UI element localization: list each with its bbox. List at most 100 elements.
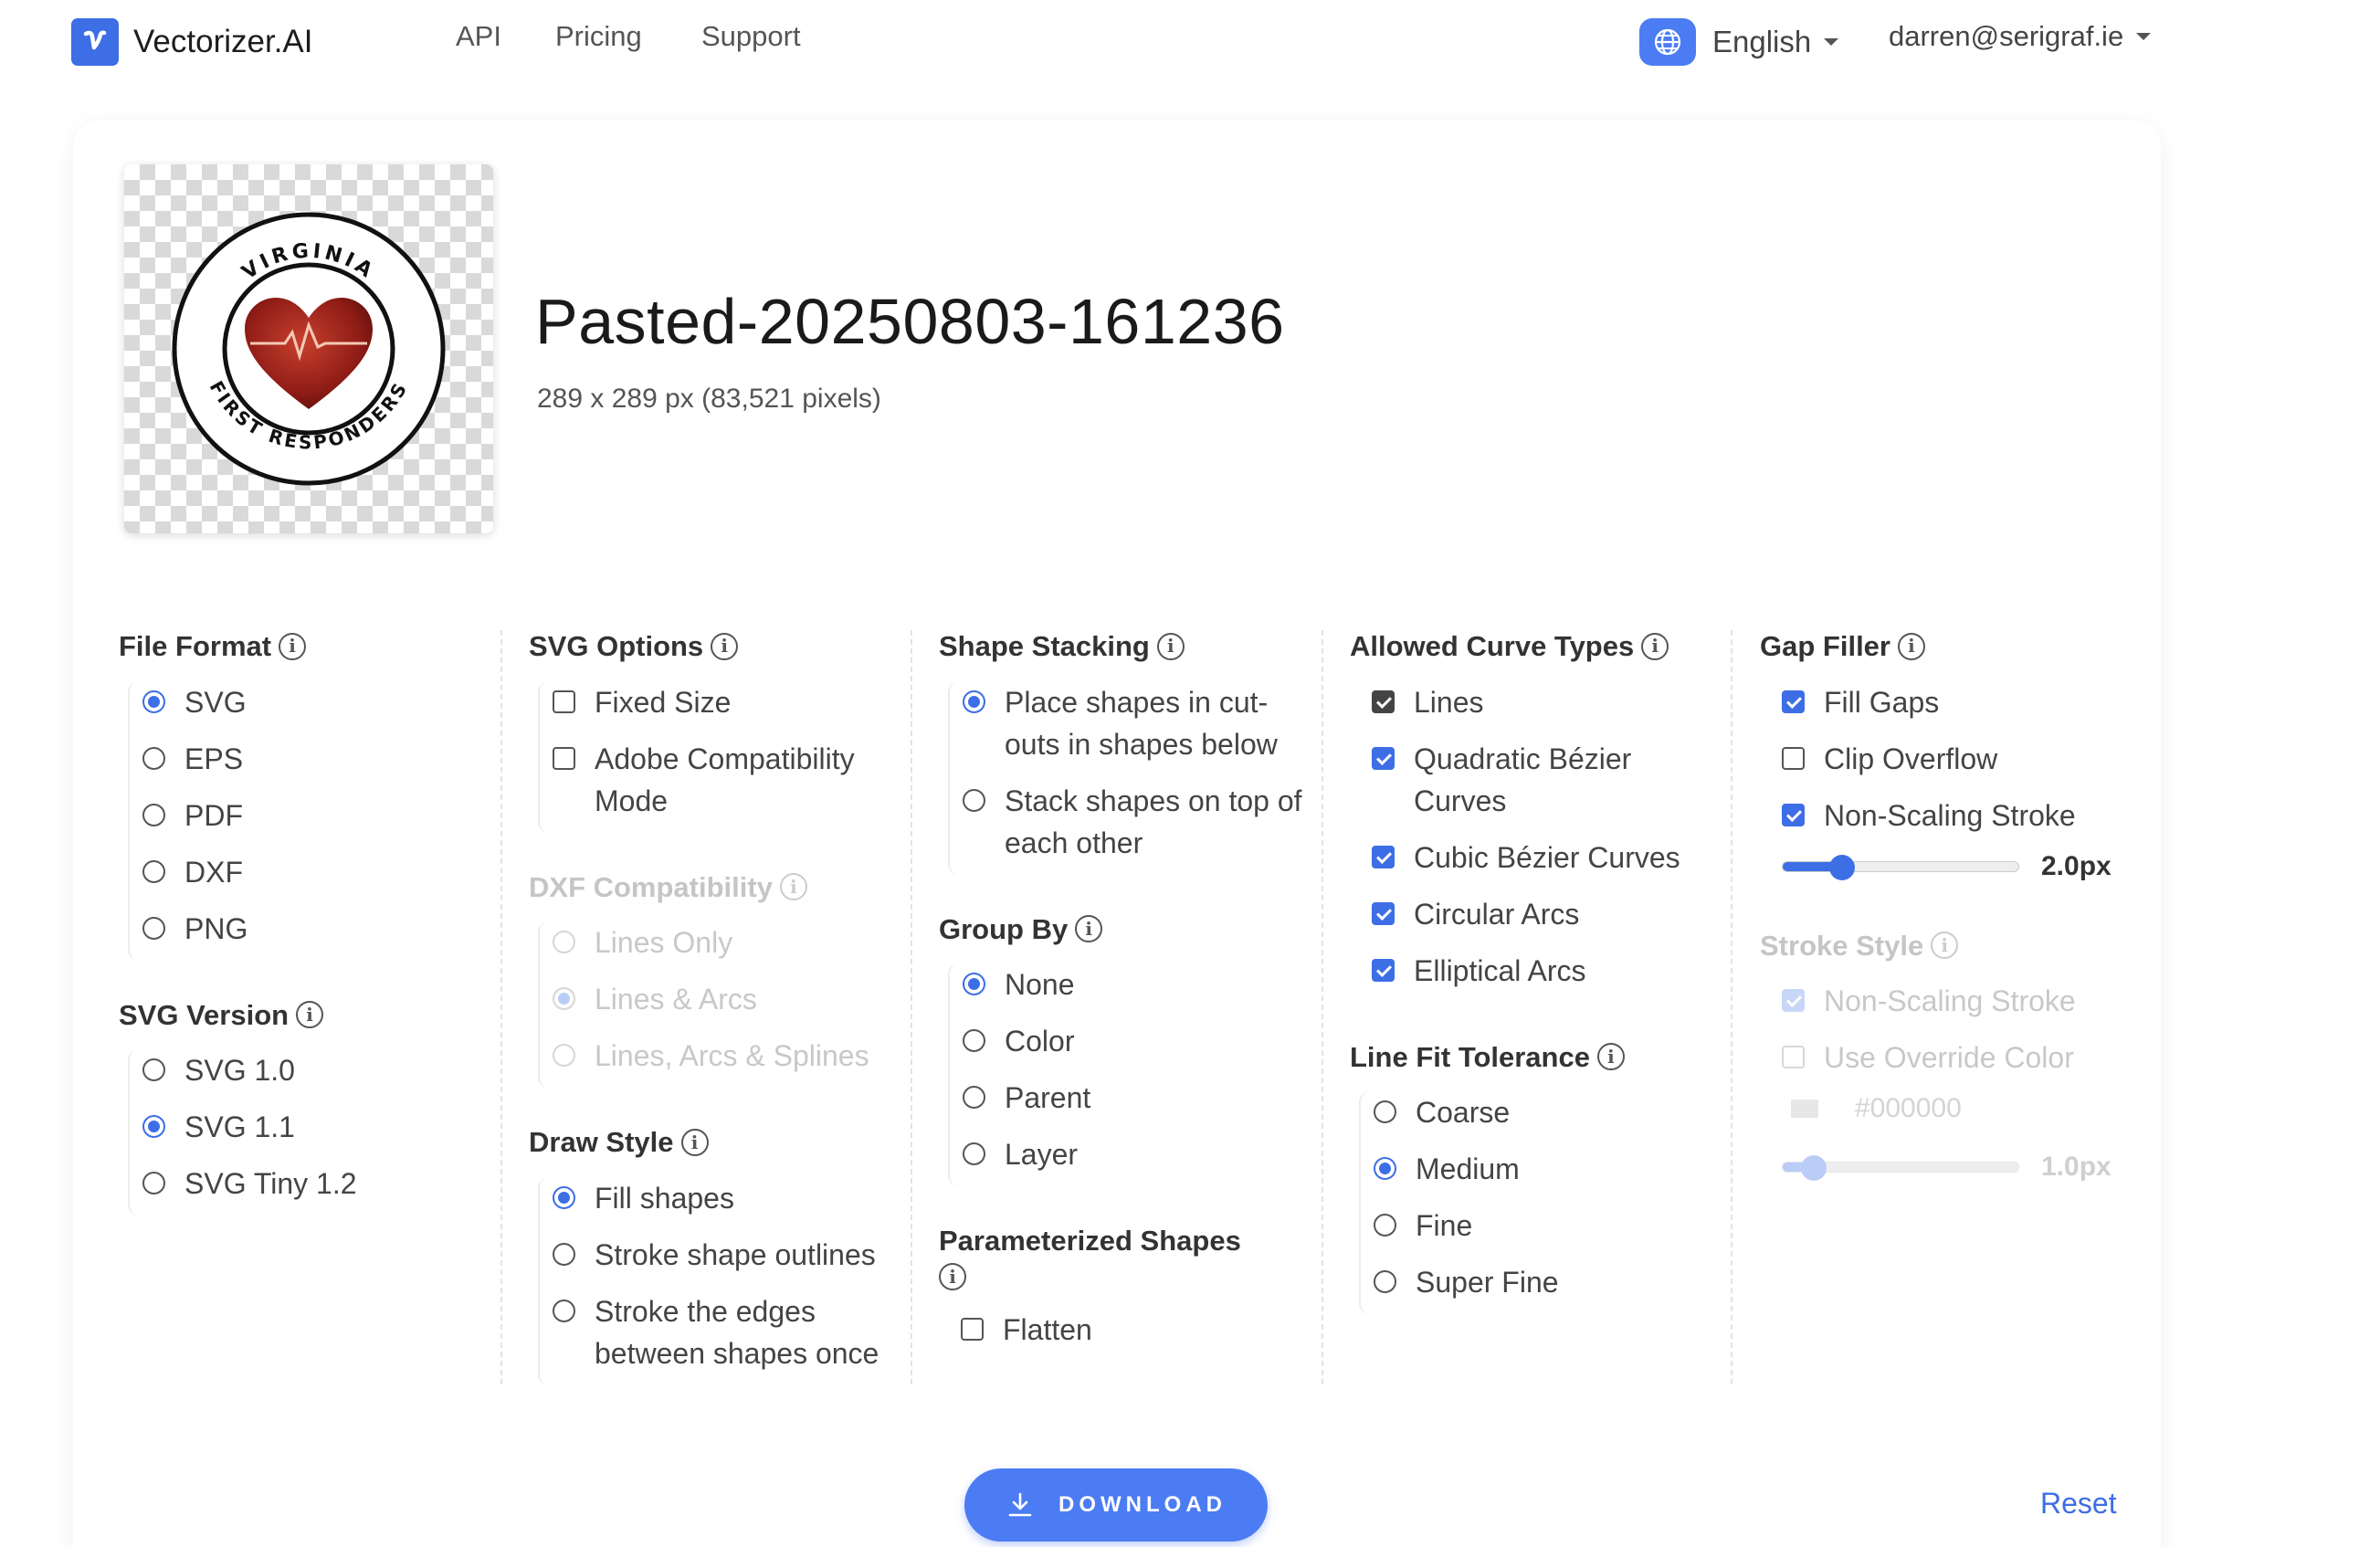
clip-overflow-option[interactable]: Clip Overflow (1782, 738, 2143, 780)
format-png-option[interactable]: PNG (142, 908, 502, 950)
info-icon[interactable]: i (1075, 915, 1103, 943)
radio-button[interactable] (1374, 1100, 1396, 1124)
language-selector[interactable]: English (1639, 18, 1839, 66)
account-menu[interactable]: darren@serigraf.ie (1889, 20, 2152, 53)
draw-style-group: Fill shapes Stroke shape outlines Stroke… (538, 1176, 912, 1385)
nav-pricing-link[interactable]: Pricing (555, 20, 642, 53)
format-eps-option[interactable]: EPS (142, 738, 502, 780)
lines-option[interactable]: Lines (1372, 681, 1733, 723)
radio-button[interactable] (963, 788, 985, 812)
reset-link[interactable]: Reset (2040, 1487, 2117, 1521)
group-none-option[interactable]: None (963, 963, 1322, 1005)
coarse-option[interactable]: Coarse (1374, 1091, 1733, 1133)
svg-version-tiny-option[interactable]: SVG Tiny 1.2 (142, 1163, 502, 1205)
group-parent-option[interactable]: Parent (963, 1077, 1322, 1119)
info-icon[interactable]: i (680, 1129, 709, 1157)
option-label: Stroke the edges between shapes once (595, 1294, 879, 1370)
checkbox[interactable] (1782, 689, 1805, 713)
radio-button[interactable] (963, 1142, 985, 1166)
radio-button[interactable] (142, 1115, 165, 1139)
option-label: Elliptical Arcs (1414, 953, 1586, 987)
dxf-compat-title: DXF Compatibility i (529, 871, 912, 904)
radio-button[interactable] (142, 803, 165, 826)
option-label: Non-Scaling Stroke (1824, 798, 2076, 832)
checkbox[interactable] (1782, 746, 1805, 770)
option-label: Stack shapes on top of each other (1005, 784, 1302, 859)
group-layer-option[interactable]: Layer (963, 1133, 1322, 1175)
radio-button[interactable] (963, 689, 985, 713)
line-fit-title: Line Fit Tolerance i (1350, 1041, 1733, 1074)
stack-on-top-option[interactable]: Stack shapes on top of each other (963, 780, 1310, 864)
nav-api-link[interactable]: API (456, 20, 501, 53)
checkbox[interactable] (1372, 958, 1395, 982)
radio-button[interactable] (963, 1029, 985, 1053)
elliptical-arcs-option[interactable]: Elliptical Arcs (1372, 950, 1733, 992)
super-fine-option[interactable]: Super Fine (1374, 1261, 1733, 1303)
override-color-row: #000000 (1791, 1093, 2143, 1124)
checkbox[interactable] (961, 1318, 984, 1342)
checkbox[interactable] (1372, 901, 1395, 925)
svg-version-1-1-option[interactable]: SVG 1.1 (142, 1106, 502, 1148)
svg-version-1-0-option[interactable]: SVG 1.0 (142, 1049, 502, 1091)
radio-button[interactable] (553, 1185, 575, 1209)
stroke-edges-option[interactable]: Stroke the edges between shapes once (553, 1290, 909, 1374)
medium-option[interactable]: Medium (1374, 1148, 1733, 1190)
checkbox[interactable] (553, 689, 575, 713)
fine-option[interactable]: Fine (1374, 1205, 1733, 1247)
radio-button[interactable] (553, 1242, 575, 1266)
radio-button[interactable] (142, 746, 165, 770)
flatten-option[interactable]: Flatten (961, 1309, 1322, 1351)
radio-button[interactable] (142, 689, 165, 713)
checkbox[interactable] (553, 746, 575, 770)
svg-version-title: SVG Version i (119, 999, 502, 1032)
image-preview[interactable]: VIRGINIA FIRST RESPONDERS (124, 164, 493, 533)
checkbox[interactable] (1372, 746, 1395, 770)
format-svg-option[interactable]: SVG (142, 681, 502, 723)
nav-support-link[interactable]: Support (701, 20, 801, 53)
shape-stacking-title: Shape Stacking i (939, 630, 1322, 663)
radio-button[interactable] (1374, 1270, 1396, 1294)
format-dxf-option[interactable]: DXF (142, 851, 502, 893)
option-label: Cubic Bézier Curves (1414, 840, 1680, 874)
group-color-option[interactable]: Color (963, 1020, 1322, 1062)
stack-cutouts-option[interactable]: Place shapes in cut-outs in shapes below (963, 681, 1310, 765)
slider-handle[interactable] (1828, 854, 1855, 880)
radio-button[interactable] (553, 1299, 575, 1322)
radio-button[interactable] (142, 1058, 165, 1082)
radio-button[interactable] (1374, 1214, 1396, 1237)
info-icon[interactable]: i (1641, 632, 1669, 660)
cubic-bezier-option[interactable]: Cubic Bézier Curves (1372, 837, 1733, 879)
stroke-outlines-option[interactable]: Stroke shape outlines (553, 1234, 912, 1276)
download-button[interactable]: DOWNLOAD (964, 1468, 1268, 1542)
info-icon[interactable]: i (939, 1263, 966, 1291)
quadratic-bezier-option[interactable]: Quadratic Bézier Curves (1372, 738, 1664, 822)
checkbox[interactable] (1372, 845, 1395, 868)
radio-button[interactable] (142, 859, 165, 883)
circular-arcs-option[interactable]: Circular Arcs (1372, 893, 1733, 935)
fill-gaps-option[interactable]: Fill Gaps (1782, 681, 2143, 723)
fill-shapes-option[interactable]: Fill shapes (553, 1177, 912, 1219)
svg-options-title: SVG Options i (529, 630, 912, 663)
info-icon[interactable]: i (279, 632, 307, 660)
radio-button[interactable] (963, 1086, 985, 1110)
info-icon[interactable]: i (1156, 632, 1185, 660)
radio-button[interactable] (142, 916, 165, 940)
gap-non-scaling-option[interactable]: Non-Scaling Stroke (1782, 795, 2143, 837)
option-label: Stroke shape outlines (595, 1237, 876, 1271)
gap-stroke-slider[interactable]: 2.0px (1782, 851, 2143, 882)
info-icon[interactable]: i (1897, 632, 1925, 660)
brand-logo[interactable]: Vectorizer.AI (71, 18, 312, 66)
adobe-compat-option[interactable]: Adobe Compatibility Mode (553, 738, 881, 822)
checkbox[interactable] (1782, 803, 1805, 826)
fixed-size-option[interactable]: Fixed Size (553, 681, 912, 723)
radio-button[interactable] (1374, 1157, 1396, 1181)
format-pdf-option[interactable]: PDF (142, 795, 502, 837)
info-icon[interactable]: i (296, 1001, 324, 1029)
slider-track[interactable] (1782, 854, 2019, 880)
checkbox[interactable] (1372, 689, 1395, 713)
info-icon[interactable]: i (1596, 1043, 1625, 1071)
shape-stacking-group: Place shapes in cut-outs in shapes below… (948, 680, 1322, 875)
info-icon[interactable]: i (711, 632, 739, 660)
radio-button[interactable] (963, 973, 985, 996)
radio-button[interactable] (142, 1172, 165, 1195)
